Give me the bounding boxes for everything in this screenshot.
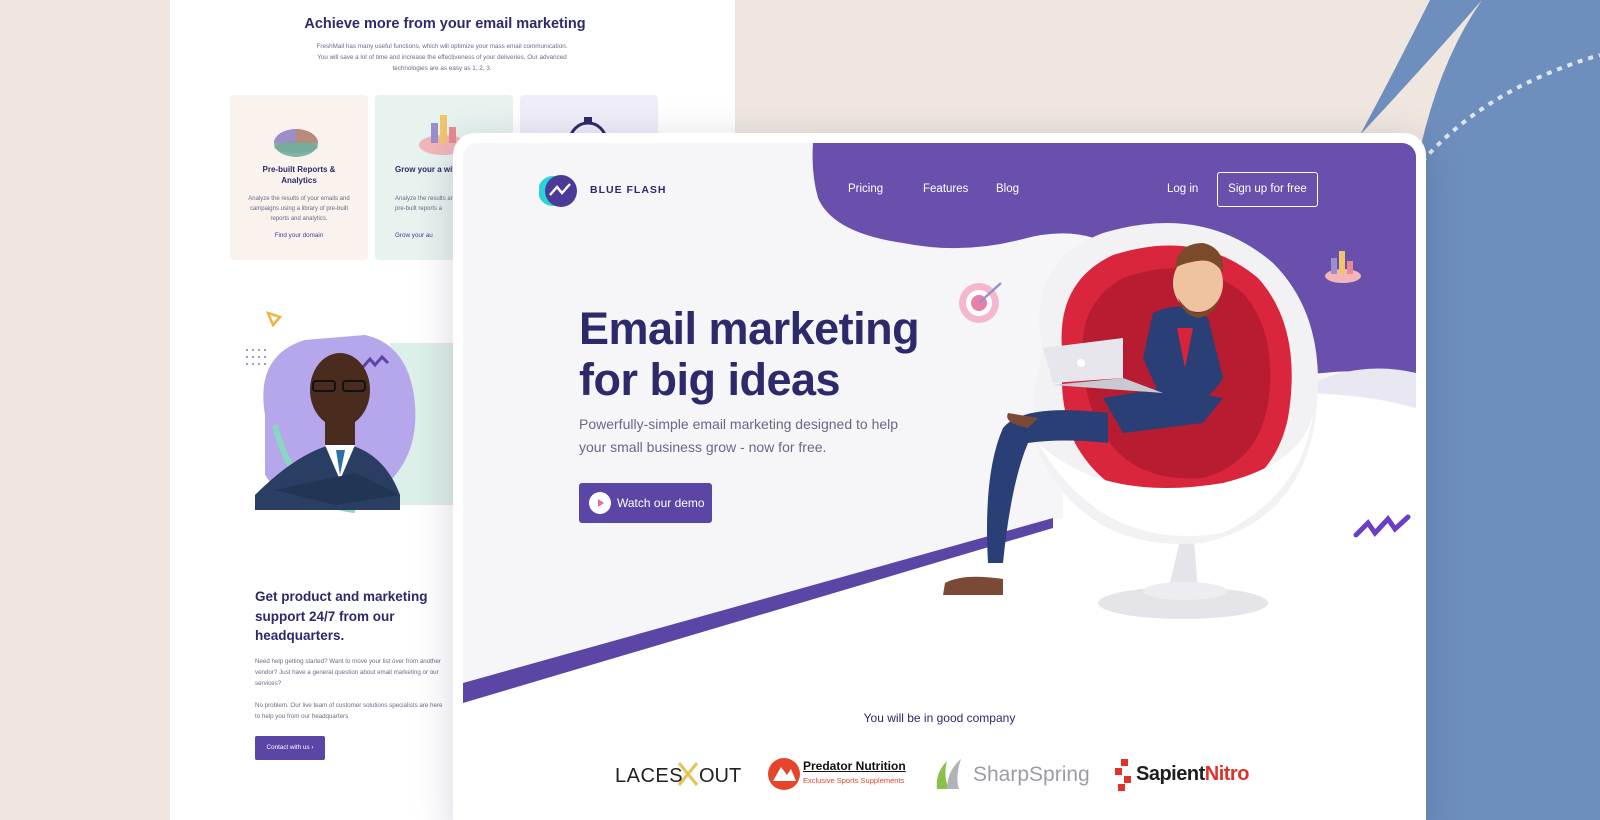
watch-demo-button[interactable]: Watch our demo xyxy=(579,483,712,523)
brand-lacesxout-out: OUT xyxy=(699,765,742,787)
brand-predator-tagline: Exclusive Sports Supplements xyxy=(803,776,905,785)
sharpspring-logo-icon xyxy=(936,759,961,789)
support-title: Get product and marketing support 24/7 f… xyxy=(255,589,428,643)
brand-nitro-part: Nitro xyxy=(1204,763,1250,785)
logo-text[interactable]: BLUE FLASH xyxy=(590,184,667,196)
x-mark-icon xyxy=(677,762,699,786)
nav-blog[interactable]: Blog xyxy=(996,183,1019,195)
landing-page: BLUE FLASH Pricing Features Blog Log in … xyxy=(463,143,1416,820)
support-text: Need help getting started? Want to move … xyxy=(255,658,441,687)
signup-button[interactable]: Sign up for free xyxy=(1217,172,1318,207)
login-link[interactable]: Log in xyxy=(1167,183,1198,195)
brand-predator-nutrition: Predator Nutrition Exclusive Sports Supp… xyxy=(767,755,907,795)
brand-predator-text: Predator Nutrition xyxy=(803,759,906,773)
brand-sapient-part: Sapient xyxy=(1136,763,1205,785)
watch-demo-label: Watch our demo xyxy=(617,496,705,510)
hero-subtitle: Powerfully-simple email marketing design… xyxy=(579,416,899,455)
hero-title-line: for big ideas xyxy=(579,354,841,405)
contact-button-label: Contact with us xyxy=(266,744,310,751)
section-description: FreshMail has many useful functions, whi… xyxy=(316,43,568,72)
support-text-secondary: No problem. Our live team of customer so… xyxy=(255,702,443,720)
brand-sharpspring-text: SharpSpring xyxy=(973,763,1090,786)
feature-card[interactable]: Pre-built Reports & Analytics Analyze th… xyxy=(230,95,368,260)
brand-lacesxout: LACES OUT xyxy=(615,755,742,795)
hero-title-line: Email marketing xyxy=(579,303,920,354)
card-text: Analyze the results of your emails and c… xyxy=(248,196,350,222)
predator-logo-icon xyxy=(768,758,800,790)
hero-title: Email marketing for big ideas xyxy=(579,303,999,405)
brand-sharpspring: SharpSpring xyxy=(933,755,1093,795)
brand-sapientnitro-text: SapientNitro xyxy=(1136,763,1249,786)
section-title: Achieve more from your email marketing xyxy=(304,16,586,32)
brand-sapientnitro: SapientNitro xyxy=(1115,755,1255,795)
nav-pricing[interactable]: Pricing xyxy=(848,183,883,195)
logo-icon[interactable] xyxy=(539,173,579,209)
front-page-preview: BLUE FLASH Pricing Features Blog Log in … xyxy=(453,133,1426,820)
contact-button[interactable]: Contact with us › xyxy=(255,736,325,760)
nav-features[interactable]: Features xyxy=(923,183,968,195)
chevron-right-icon: › xyxy=(311,744,314,751)
company-label: You will be in good company xyxy=(863,711,1016,725)
card-title: Pre-built Reports & Analytics xyxy=(262,165,336,185)
sapient-logo-icon xyxy=(1115,759,1131,791)
brand-lacesxout-text: LACES xyxy=(615,765,684,787)
card-link[interactable]: Find your domain xyxy=(244,232,354,239)
play-icon xyxy=(589,492,611,514)
